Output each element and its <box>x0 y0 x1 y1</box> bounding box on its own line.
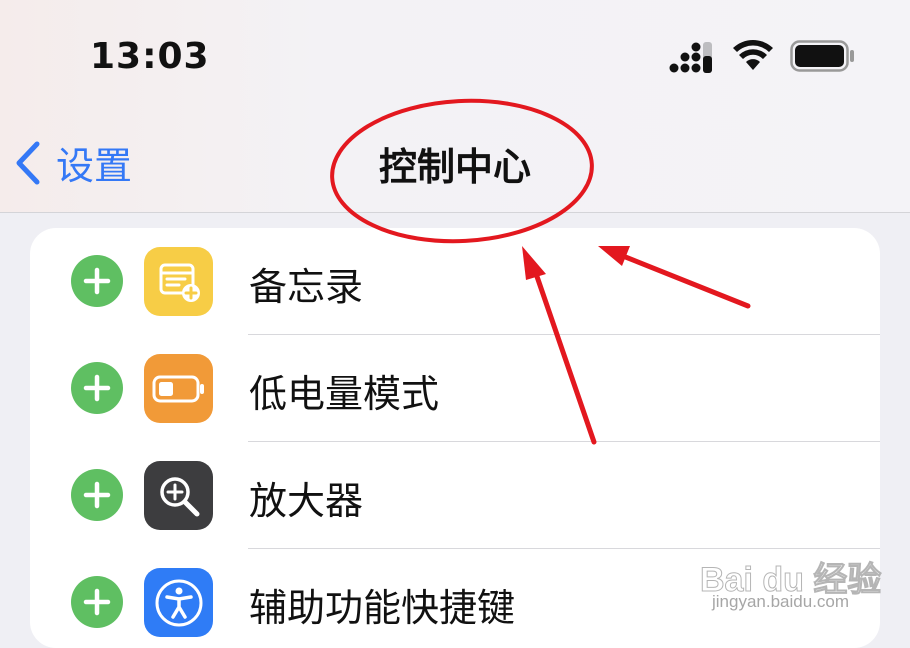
list-item-label: 辅助功能快捷键 <box>249 586 516 630</box>
watermark-url: jingyan.baidu.com <box>712 592 850 611</box>
list-item-label: 备忘录 <box>249 265 364 309</box>
low-power-mode-icon <box>144 354 213 423</box>
accessibility-icon <box>144 568 213 637</box>
status-time: 13:03 <box>90 36 210 77</box>
add-low-power-mode-button[interactable] <box>71 362 123 414</box>
list-item-label: 低电量模式 <box>249 372 440 416</box>
list-item-notes: 备忘录 <box>30 228 880 335</box>
plus-icon <box>83 374 111 402</box>
list-item-label: 放大器 <box>249 479 364 523</box>
cellular-signal-icon <box>669 42 712 73</box>
magnifier-icon <box>144 461 213 530</box>
list-item-magnifier: 放大器 <box>30 442 880 549</box>
battery-icon <box>790 40 854 72</box>
page-title: 控制中心 <box>378 145 531 189</box>
list-item-low-power-mode: 低电量模式 <box>30 335 880 442</box>
notes-icon <box>144 247 213 316</box>
plus-icon <box>83 588 111 616</box>
plus-icon <box>83 481 111 509</box>
plus-icon <box>83 267 111 295</box>
add-notes-button[interactable] <box>71 255 123 307</box>
add-accessibility-shortcut-button[interactable] <box>71 576 123 628</box>
wifi-icon <box>733 40 773 70</box>
add-magnifier-button[interactable] <box>71 469 123 521</box>
